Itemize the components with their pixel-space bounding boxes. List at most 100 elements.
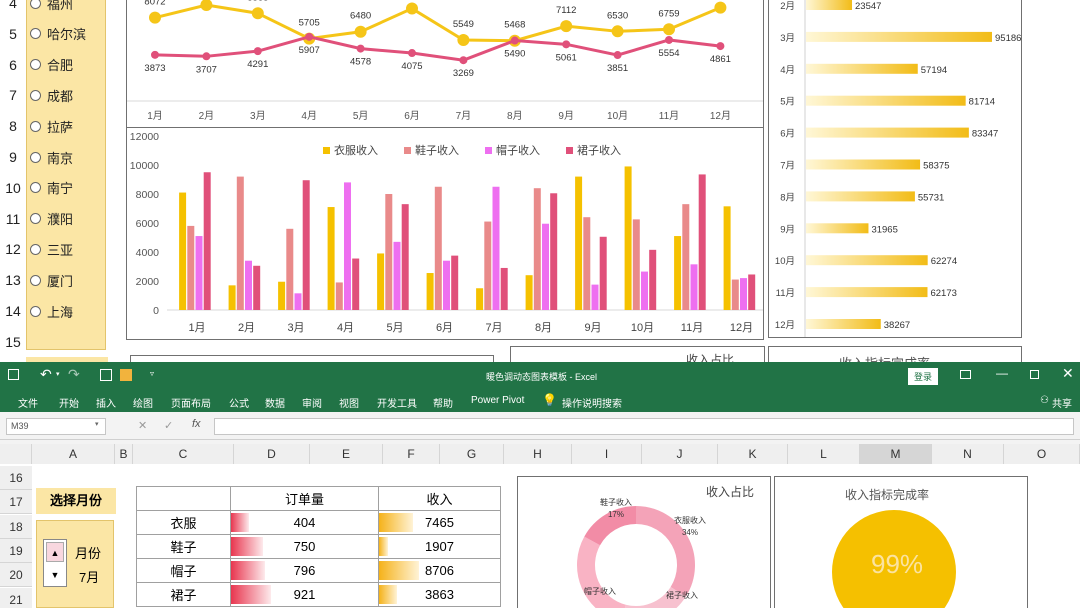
radio-icon[interactable] [30, 243, 41, 255]
column-header-H[interactable]: H [504, 444, 572, 464]
ribbon-tab[interactable]: 插入 [96, 395, 116, 410]
city-label: 合肥 [47, 58, 74, 74]
hbar-data-label: 62274 [931, 256, 957, 267]
namebox-dropdown-icon[interactable]: ▾ [95, 420, 99, 428]
yellow-data-label: 5468 [504, 20, 525, 31]
enter-formula-icon[interactable]: ✓ [164, 419, 173, 432]
ribbon-tab[interactable]: 页面布局 [171, 395, 211, 410]
chart-quick-icon[interactable] [120, 369, 132, 381]
radio-icon[interactable] [30, 305, 41, 317]
name-box[interactable]: M39 [6, 418, 106, 435]
ribbon-display-icon[interactable] [960, 370, 971, 379]
city-option[interactable]: 南宁 [30, 177, 73, 199]
ribbon-tab[interactable]: 公式 [229, 395, 249, 410]
hbar [806, 127, 969, 138]
save-icon[interactable] [8, 369, 19, 380]
radio-icon[interactable] [30, 120, 41, 132]
column-header-L[interactable]: L [788, 444, 860, 464]
radio-icon[interactable] [30, 0, 41, 9]
share-button[interactable]: 共享 [1052, 395, 1072, 410]
ribbon-tab[interactable]: 操作说明搜索 [562, 395, 622, 410]
column-header-C[interactable]: C [133, 444, 234, 464]
city-option[interactable]: 南京 [30, 146, 73, 168]
ribbon-tab[interactable]: 文件 [18, 395, 38, 410]
excel-window: ↶ ▾ ↷ ▿ 暖色调动态图表模板 - Excel 登录 — ✕ 操作说明搜索 P… [0, 362, 1080, 608]
row-header-21[interactable]: 21 [0, 587, 32, 608]
orders-value: 404 [293, 515, 316, 530]
undo-dropdown-icon[interactable]: ▾ [56, 370, 60, 378]
ribbon-tab[interactable]: 视图 [339, 395, 359, 410]
share-icon[interactable]: ⚇ [1040, 395, 1049, 406]
insert-function-icon[interactable]: fx [192, 418, 201, 430]
ribbon-tab[interactable]: 绘图 [133, 395, 153, 410]
city-option[interactable]: 三亚 [30, 238, 73, 260]
undo-icon[interactable]: ↶ [40, 366, 52, 383]
donut-label-pct: 34% [682, 528, 698, 537]
customize-qat-icon[interactable]: ▿ [150, 369, 154, 378]
column-header-F[interactable]: F [383, 444, 440, 464]
ribbon-tab[interactable]: Power Pivot [471, 395, 524, 406]
city-label: 福州 [47, 0, 74, 12]
y-tick-label: 2000 [136, 276, 160, 288]
radio-icon[interactable] [30, 28, 41, 40]
row-header-19[interactable]: 19 [0, 538, 32, 563]
city-option[interactable]: 合肥 [30, 54, 73, 76]
hbar-data-label: 23547 [855, 1, 881, 12]
redo-icon[interactable]: ↷ [68, 366, 80, 383]
city-option[interactable]: 哈尔滨 [30, 23, 86, 45]
formula-input[interactable] [214, 418, 1074, 435]
column-header-M[interactable]: M [860, 444, 932, 464]
ribbon-tab[interactable]: 数据 [265, 395, 285, 410]
ribbon-tab[interactable]: 审阅 [302, 395, 322, 410]
column-header-K[interactable]: K [718, 444, 788, 464]
lightbulb-icon[interactable]: 💡 [542, 393, 557, 407]
row-header-16[interactable]: 16 [0, 466, 32, 490]
column-header-G[interactable]: G [440, 444, 504, 464]
row-header-17[interactable]: 17 [0, 490, 32, 515]
login-button[interactable]: 登录 [908, 368, 939, 385]
maximize-icon[interactable] [1030, 370, 1039, 379]
radio-icon[interactable] [30, 182, 41, 194]
column-header-J[interactable]: J [642, 444, 718, 464]
cancel-formula-icon[interactable]: ✕ [138, 419, 147, 432]
yellow-data-label: 8072 [144, 0, 165, 8]
city-option[interactable]: 拉萨 [30, 115, 73, 137]
column-header-B[interactable]: B [115, 444, 133, 464]
close-icon[interactable]: ✕ [1062, 365, 1074, 382]
x-tick-label: 9月 [584, 322, 601, 334]
radio-icon[interactable] [30, 274, 41, 286]
minimize-icon[interactable]: — [996, 366, 1008, 380]
column-header-N[interactable]: N [932, 444, 1004, 464]
column-header-A[interactable]: A [32, 444, 115, 464]
radio-icon[interactable] [30, 213, 41, 225]
row-header-20[interactable]: 20 [0, 563, 32, 588]
column-header-O[interactable]: O [1004, 444, 1080, 464]
pink-point [356, 44, 365, 53]
yellow-point [663, 23, 675, 36]
city-option[interactable]: 濮阳 [30, 208, 73, 230]
yellow-data-label: 6759 [658, 8, 679, 19]
ribbon-tab[interactable]: 开发工具 [377, 395, 417, 410]
form-icon[interactable] [100, 369, 112, 381]
spinner-down-icon[interactable]: ▼ [46, 565, 64, 585]
row-header-18[interactable]: 18 [0, 514, 32, 539]
city-option[interactable]: 福州 [30, 0, 73, 14]
radio-icon[interactable] [30, 89, 41, 101]
radio-icon[interactable] [30, 151, 41, 163]
hbar [806, 287, 928, 298]
radio-icon[interactable] [30, 59, 41, 71]
column-header-I[interactable]: I [572, 444, 642, 464]
bar-帽子收入 [393, 241, 401, 310]
bar-衣服收入 [327, 207, 335, 310]
city-option[interactable]: 成都 [30, 84, 73, 106]
select-all-corner[interactable] [0, 444, 32, 464]
city-option[interactable]: 上海 [30, 300, 73, 322]
ribbon-tab[interactable]: 开始 [59, 395, 79, 410]
bar-裙子收入 [401, 204, 409, 310]
city-option[interactable]: 厦门 [30, 269, 73, 291]
column-header-D[interactable]: D [234, 444, 310, 464]
ribbon-tab[interactable]: 帮助 [433, 395, 453, 410]
spinner-up-icon[interactable]: ▲ [46, 542, 64, 562]
yellow-point [406, 2, 418, 15]
column-header-E[interactable]: E [310, 444, 383, 464]
